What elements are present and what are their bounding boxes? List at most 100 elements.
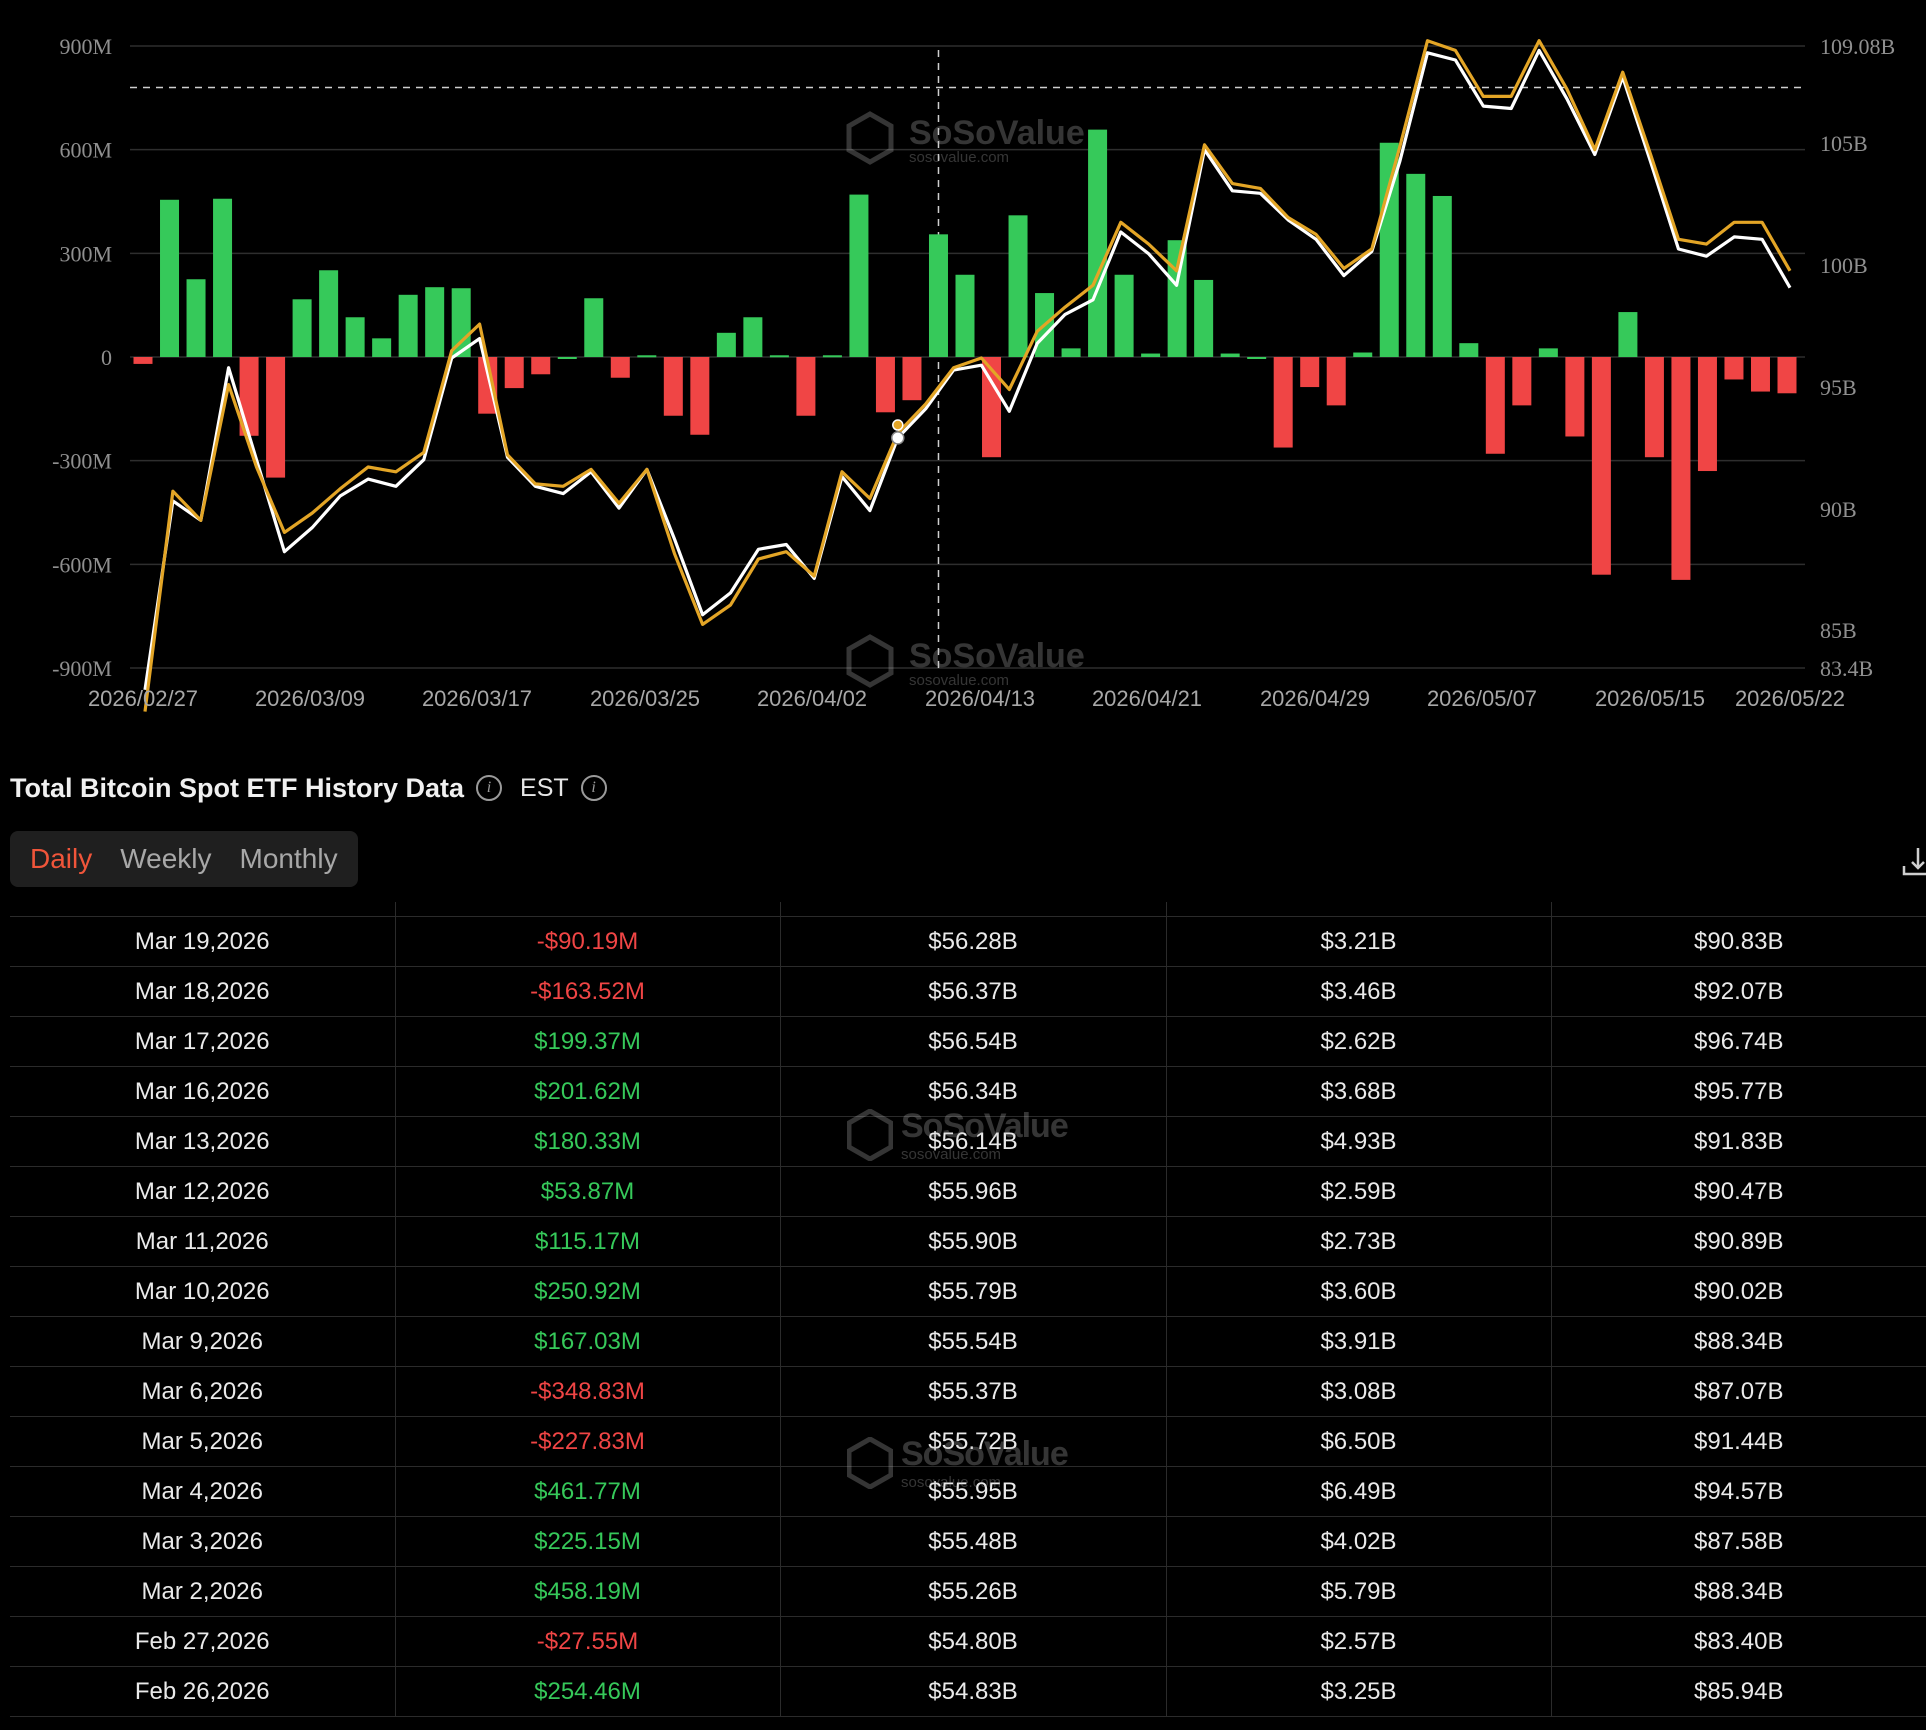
value-traded-cell: $2.73B (1166, 1216, 1552, 1267)
cumulative-inflow-cell: $54.80B (780, 1616, 1167, 1667)
flow-bar (213, 198, 233, 357)
table-row[interactable]: Mar 12,2026 $53.87M $55.96B $2.59B $90.47B (10, 1166, 1926, 1217)
net-assets-cell: $87.07B (1551, 1366, 1926, 1417)
flow-bar (928, 234, 948, 357)
cumulative-inflow-cell: $56.34B (780, 1066, 1167, 1117)
flow-bar (716, 332, 736, 357)
left-axis-tick-label: -600M (52, 552, 112, 577)
cumulative-inflow-cell: $56.37B (780, 966, 1167, 1017)
net-assets-cell: $83.40B (1551, 1616, 1926, 1667)
info-icon[interactable]: i (476, 775, 503, 801)
x-axis-tick-label: 2026/04/29 (1260, 686, 1370, 711)
watermark-brand: SoSoValue (909, 637, 1085, 675)
value-traded-cell: $3.46B (1166, 966, 1552, 1017)
flow-bar (663, 357, 683, 416)
flow-bar (769, 355, 789, 358)
cumulative-inflow-cell: $55.37B (780, 1366, 1167, 1417)
date-cell: Mar 11,2026 (10, 1216, 396, 1267)
flow-bar (796, 357, 816, 416)
flow-bar (1697, 357, 1717, 472)
tab-daily[interactable]: Daily (16, 843, 106, 875)
cumulative-inflow-cell: $55.79B (780, 1266, 1167, 1317)
table-row[interactable]: Mar 19,2026 -$90.19M $56.28B $3.21B $90.83B (10, 916, 1926, 967)
table-row[interactable]: Mar 11,2026 $115.17M $55.90B $2.73B $90.89B (10, 1216, 1926, 1267)
net-assets-cell: $85.94B (1551, 1666, 1926, 1717)
table-row[interactable]: Mar 5,2026 -$227.83M $55.72B $6.50B $91.44B (10, 1416, 1926, 1467)
date-cell: Mar 19,2026 (10, 916, 396, 967)
section-header: Total Bitcoin Spot ETF History Data i ES… (10, 768, 607, 808)
date-cell: Mar 16,2026 (10, 1066, 396, 1117)
net-inflow-cell: -$27.55M (395, 1616, 781, 1667)
flow-bar (1088, 129, 1108, 357)
cumulative-inflow-cell: $56.14B (780, 1116, 1167, 1167)
flow-bar (1618, 312, 1638, 357)
flow-bar (1141, 353, 1161, 357)
cumulative-inflow-cell: $55.95B (780, 1466, 1167, 1517)
tab-weekly[interactable]: Weekly (106, 843, 225, 875)
value-traded-cell: $2.57B (1166, 1616, 1552, 1667)
flow-bar (902, 357, 922, 401)
x-axis-tick-label: 2026/03/25 (590, 686, 700, 711)
right-axis-tick-label: 83.4B (1820, 656, 1873, 681)
left-axis-tick-label: 900M (59, 34, 112, 59)
cumulative-inflow-cell: $56.28B (780, 916, 1167, 967)
net-assets-cell: $91.83B (1551, 1116, 1926, 1167)
history-table: Mar 19,2026 -$90.19M $56.28B $3.21B $90.83B M… (10, 902, 1926, 1717)
watermark-domain: sosovalue.com (909, 149, 1009, 166)
flow-bar (531, 357, 551, 375)
value-traded-cell: $3.68B (1166, 1066, 1552, 1117)
cumulative-inflow-cell: $55.90B (780, 1216, 1167, 1267)
left-axis-tick-label: -900M (52, 656, 112, 681)
table-row[interactable]: Mar 13,2026 $180.33M $56.14B $4.93B $91.83B (10, 1116, 1926, 1167)
x-axis-tick-label: 2026/04/13 (925, 686, 1035, 711)
flow-bar (584, 298, 604, 357)
date-cell: Mar 10,2026 (10, 1266, 396, 1317)
sosovalue-logo-icon (846, 111, 894, 165)
x-axis-tick-label: 2026/05/15 (1595, 686, 1705, 711)
flow-bar (425, 287, 445, 357)
flow-bar (610, 357, 630, 378)
table-row[interactable]: Mar 16,2026 $201.62M $56.34B $3.68B $95.77B (10, 1066, 1926, 1117)
timezone-info-icon[interactable]: i (580, 775, 607, 801)
download-icon[interactable] (1900, 840, 1926, 880)
net-inflow-cell: -$90.19M (395, 916, 781, 967)
flow-bar (1300, 357, 1320, 388)
table-row[interactable]: Mar 4,2026 $461.77M $55.95B $6.49B $94.57B (10, 1466, 1926, 1517)
value-traded-cell: $5.79B (1166, 1566, 1552, 1617)
chart-watermark: SoSoValuesosovalue.com (846, 634, 1085, 689)
cumulative-inflow-cell: $55.96B (780, 1166, 1167, 1217)
right-axis-tick-label: 85B (1820, 618, 1857, 643)
tab-monthly[interactable]: Monthly (226, 843, 352, 875)
net-inflow-cell: $461.77M (395, 1466, 781, 1517)
flow-bar (1353, 352, 1373, 357)
flow-bar (1512, 357, 1532, 406)
table-row[interactable]: Mar 2,2026 $458.19M $55.26B $5.79B $88.34B (10, 1566, 1926, 1617)
period-tabs: Daily Weekly Monthly (10, 831, 358, 887)
flow-bar (743, 317, 763, 357)
table-row[interactable]: Feb 27,2026 -$27.55M $54.80B $2.57B $83.40B (10, 1616, 1926, 1667)
value-traded-cell: $4.02B (1166, 1516, 1552, 1567)
table-row[interactable]: Mar 3,2026 $225.15M $55.48B $4.02B $87.58B (10, 1516, 1926, 1567)
flow-bar (1671, 357, 1691, 580)
table-row[interactable]: Mar 9,2026 $167.03M $55.54B $3.91B $88.34B (10, 1316, 1926, 1367)
flow-bar (1326, 357, 1346, 406)
table-row[interactable]: Mar 10,2026 $250.92M $55.79B $3.60B $90.02B (10, 1266, 1926, 1317)
flow-bar (372, 338, 392, 357)
flow-bar (345, 317, 365, 357)
date-cell: Mar 5,2026 (10, 1416, 396, 1467)
crosshair-marker (892, 419, 904, 431)
value-traded-cell: $3.91B (1166, 1316, 1552, 1367)
x-axis-tick-label: 2026/05/07 (1427, 686, 1537, 711)
net-inflow-cell: $115.17M (395, 1216, 781, 1267)
table-row[interactable]: Mar 6,2026 -$348.83M $55.37B $3.08B $87.07B (10, 1366, 1926, 1417)
table-row[interactable]: Feb 26,2026 $254.46M $54.83B $3.25B $85.94B (10, 1666, 1926, 1717)
etf-flow-chart[interactable]: 900M 600M 300M 0 -300M -600M -900M 109.08B 105B 1… (0, 0, 1926, 730)
table-row[interactable]: Mar 18,2026 -$163.52M $56.37B $3.46B $92.07B (10, 966, 1926, 1017)
net-inflow-cell: $458.19M (395, 1566, 781, 1617)
date-cell: Mar 17,2026 (10, 1016, 396, 1067)
value-traded-cell: $2.59B (1166, 1166, 1552, 1217)
table-row[interactable]: Mar 17,2026 $199.37M $56.54B $2.62B $96.74B (10, 1016, 1926, 1067)
net-assets-cell: $88.34B (1551, 1566, 1926, 1617)
net-inflow-cell: -$348.83M (395, 1366, 781, 1417)
date-cell: Feb 27,2026 (10, 1616, 396, 1667)
